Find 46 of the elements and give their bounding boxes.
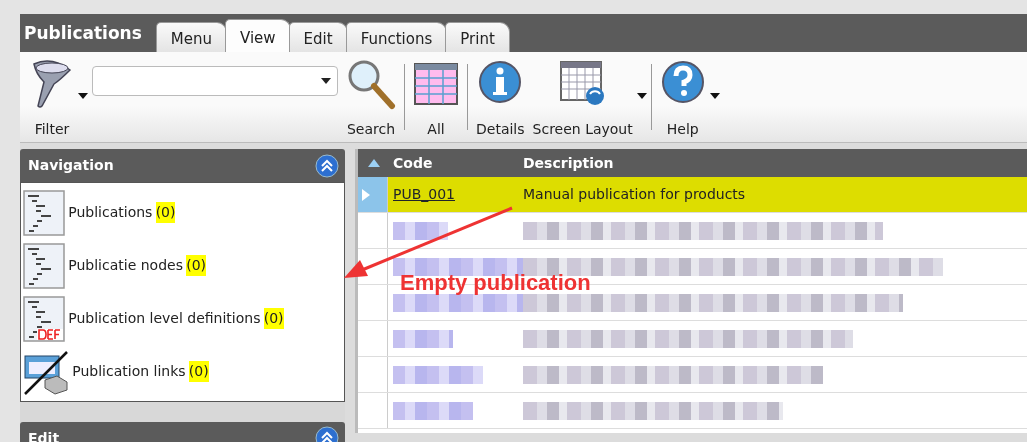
redacted-text	[393, 329, 453, 348]
tab[interactable]: Functions	[345, 22, 448, 52]
navigation-item[interactable]: Publication level definitions (0)	[23, 292, 342, 345]
app-title: Publications	[23, 21, 143, 45]
toolbar-button[interactable]: Filter	[26, 56, 78, 138]
item-count: (0)	[263, 308, 284, 329]
item-label: Publications	[68, 203, 153, 222]
caret-icon[interactable]	[78, 92, 88, 100]
column-header[interactable]: Code	[358, 149, 523, 177]
sort-icon	[368, 159, 380, 167]
navigation-item[interactable]: Publicatie nodes (0)	[23, 239, 342, 292]
tab[interactable]: Menu	[155, 22, 227, 52]
tab[interactable]: Edit	[288, 22, 348, 52]
caret-icon[interactable]	[636, 92, 647, 100]
annotation-text: Empty publication	[400, 269, 591, 297]
table-cell-text: Manual publication for products	[523, 185, 747, 204]
toolbar-button[interactable]: Details	[472, 56, 529, 138]
tab[interactable]: View	[225, 19, 291, 52]
column-header[interactable]: Description	[523, 149, 1027, 177]
search-icon	[346, 58, 396, 110]
outline-icon	[23, 242, 65, 289]
funnel-icon	[30, 58, 74, 110]
toolbar-button[interactable]: Help	[655, 56, 710, 138]
item-label: Publicatie nodes	[68, 256, 183, 275]
redacted-text	[393, 221, 448, 240]
navigation-item[interactable]: Publications (0)	[23, 186, 342, 239]
code-link[interactable]: PUB_001	[393, 186, 455, 202]
toolbar-button[interactable]: Screen Layout	[528, 56, 637, 138]
toolbar-button[interactable]: Search	[342, 56, 400, 138]
outline-icon	[23, 189, 65, 236]
collapse-icon[interactable]	[315, 153, 339, 178]
panel-title: Edit	[28, 428, 60, 442]
item-count: (0)	[186, 255, 207, 276]
navigation-item[interactable]: Publication links (0)	[23, 345, 342, 398]
outline-definition-icon	[23, 295, 65, 342]
caret-icon[interactable]	[321, 78, 331, 84]
item-label: Publication links	[72, 362, 186, 381]
panel-title: Navigation	[28, 156, 114, 175]
tab[interactable]: Print	[445, 22, 510, 52]
table-row[interactable]: PUB_001 Manual publication for products	[358, 177, 1027, 213]
row-pointer-icon	[362, 188, 370, 201]
item-label: Publication level definitions	[68, 309, 261, 328]
caret-icon[interactable]	[709, 92, 720, 100]
toolbar-button[interactable]: All	[409, 56, 463, 138]
item-count: (0)	[188, 361, 209, 382]
item-count: (0)	[155, 202, 176, 223]
